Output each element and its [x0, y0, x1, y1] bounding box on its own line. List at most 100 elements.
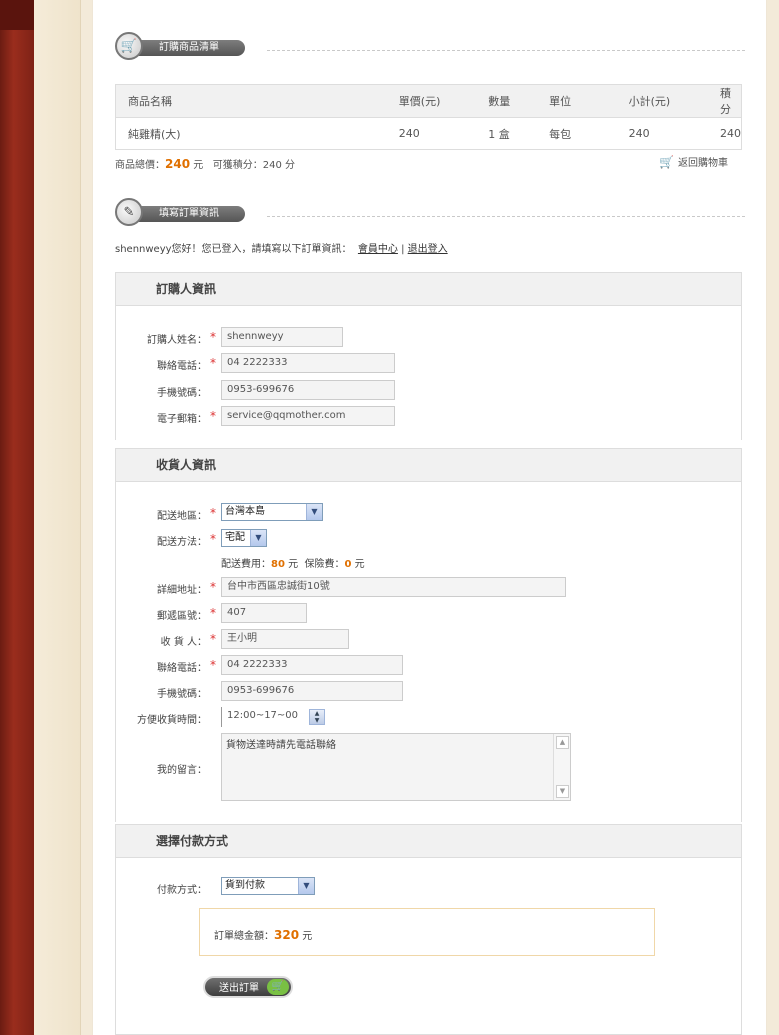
required-mark: * [210, 632, 216, 646]
main-content: 訂購商品清單 🛒 商品名稱 單價(元) 數量 單位 小計(元) 積分 純雞精(大… [92, 0, 767, 1035]
receiver-panel: 收貨人資訊 配送地區： * 台灣本島 ▼ 配送方法： * 宅配 ▼ 配送費用：8… [115, 448, 742, 822]
spinner-icon[interactable]: ▲ ▼ [309, 709, 325, 725]
order-total-box: 訂單總金額：320 元 [199, 908, 655, 956]
buyer-name-label: 訂購人姓名： [147, 335, 207, 346]
welcome-text: shennweyy您好！您已登入，請填寫以下訂單資訊： [115, 244, 352, 255]
receiver-name-input[interactable]: 王小明 [221, 629, 349, 649]
member-center-link[interactable]: 會員中心 [358, 244, 398, 255]
method-label: 配送方法： [157, 537, 207, 548]
buyer-name-input[interactable]: shennweyy [221, 327, 343, 347]
pencil-icon: ✎ [115, 198, 143, 226]
buyer-mobile-input[interactable]: 0953-699676 [221, 380, 395, 400]
insurance-value: 0 [344, 559, 352, 570]
cell-unit-price: 240 [398, 127, 420, 140]
total-value: 240 [165, 157, 191, 171]
back-to-cart-link[interactable]: 🛒 返回購物車 [659, 154, 728, 169]
receiver-mobile-row: 手機號碼： 0953-699676 [116, 681, 743, 703]
buyer-phone-label: 聯絡電話： [157, 361, 207, 372]
cell-product-name: 純雞精(大) [128, 127, 181, 141]
side-decor-panel [34, 0, 81, 1035]
message-textarea[interactable]: 貨物送達時請先電話聯絡 ▲ ▼ [221, 733, 571, 801]
region-select[interactable]: 台灣本島 ▼ [221, 503, 323, 521]
col-quantity: 數量 [476, 84, 538, 118]
region-selected: 台灣本島 [225, 506, 265, 517]
message-label: 我的留言： [157, 765, 207, 776]
link-separator: | [401, 244, 405, 255]
fee-value: 80 [271, 559, 285, 570]
submit-order-button[interactable]: 送出訂單 🛒 [203, 976, 293, 998]
cell-unit: 每包 [549, 127, 572, 141]
message-row: 我的留言： 貨物送達時請先電話聯絡 ▲ ▼ [116, 733, 743, 803]
table-header-row: 商品名稱 單價(元) 數量 單位 小計(元) 積分 [115, 84, 742, 118]
insurance-unit: 元 [354, 559, 365, 570]
points-text: 可獲積分：240 分 [212, 160, 296, 171]
order-total-value: 320 [274, 928, 300, 942]
cell-subtotal: 240 [628, 127, 650, 140]
fee-row: 配送費用：80 元 保險費：0 元 [116, 553, 743, 575]
required-mark: * [210, 506, 216, 520]
buyer-mobile-row: 手機號碼： 0953-699676 [116, 380, 743, 402]
receiver-panel-title: 收貨人資訊 [116, 449, 741, 482]
welcome-line: shennweyy您好！您已登入，請填寫以下訂單資訊： 會員中心 | 退出登入 [115, 240, 448, 255]
cart-summary: 商品總價：240 元 可獲積分：240 分 [115, 156, 295, 171]
method-row: 配送方法： * 宅配 ▼ [116, 529, 743, 551]
zip-label: 郵遞區號： [157, 611, 207, 622]
submit-order-label: 送出訂單 [219, 983, 259, 994]
left-decor-bar [0, 0, 34, 1035]
delivery-time-value: 12:00~17~00 [227, 710, 299, 721]
order-info-section-header: 填寫訂單資訊 ✎ [115, 198, 745, 226]
receiver-name-row: 收 貨 人： * 王小明 [116, 629, 743, 651]
logout-link[interactable]: 退出登入 [408, 244, 448, 255]
col-points: 積分 [708, 84, 742, 118]
col-unit: 單位 [537, 84, 617, 118]
delivery-time-row: 方便收貨時間： 12:00~17~00 ▲ ▼ [116, 707, 743, 729]
required-mark: * [210, 409, 216, 423]
order-info-title: 填寫訂單資訊 [135, 206, 245, 222]
scroll-up-icon[interactable]: ▲ [556, 736, 569, 749]
receiver-phone-input[interactable]: 04 2222333 [221, 655, 403, 675]
buyer-email-input[interactable]: service@qqmother.com [221, 406, 395, 426]
shopping-cart-icon: 🛒 [115, 32, 143, 60]
total-label: 商品總價： [115, 160, 165, 171]
zip-input[interactable]: 407 [221, 603, 307, 623]
cart-section-header: 訂購商品清單 🛒 [115, 32, 745, 60]
buyer-email-row: 電子郵箱： * service@qqmother.com [116, 406, 743, 428]
message-value: 貨物送達時請先電話聯絡 [226, 740, 336, 751]
textarea-scrollbar[interactable]: ▲ ▼ [553, 734, 570, 800]
col-product-name: 商品名稱 [115, 84, 387, 118]
table-row: 純雞精(大) 240 1 盒 每包 240 240 [116, 118, 742, 150]
chevron-down-icon: ▼ [298, 878, 314, 894]
delivery-method-select[interactable]: 宅配 ▼ [221, 529, 267, 547]
cart-items-table: 商品名稱 單價(元) 數量 單位 小計(元) 積分 純雞精(大) 240 1 盒… [115, 84, 742, 150]
region-label: 配送地區： [157, 511, 207, 522]
required-mark: * [210, 658, 216, 672]
scroll-down-icon[interactable]: ▼ [556, 785, 569, 798]
receiver-phone-label: 聯絡電話： [157, 663, 207, 674]
receiver-phone-row: 聯絡電話： * 04 2222333 [116, 655, 743, 677]
payment-method-select[interactable]: 貨到付款 ▼ [221, 877, 315, 895]
cart-icon: 🛒 [659, 155, 674, 169]
cart-icon: 🛒 [267, 979, 289, 995]
payment-method-row: 付款方式： 貨到付款 ▼ [116, 877, 743, 899]
address-input[interactable]: 台中市西區忠誠街10號 [221, 577, 566, 597]
buyer-phone-input[interactable]: 04 2222333 [221, 353, 395, 373]
receiver-mobile-label: 手機號碼： [157, 689, 207, 700]
address-row: 詳細地址： * 台中市西區忠誠街10號 [116, 577, 743, 599]
buyer-panel-title: 訂購人資訊 [116, 273, 741, 306]
cell-points: 240 [720, 127, 741, 140]
back-to-cart-label: 返回購物車 [677, 158, 728, 169]
cell-quantity: 1 盒 [488, 127, 510, 141]
buyer-panel: 訂購人資訊 訂購人姓名： * shennweyy 聯絡電話： * 04 2222… [115, 272, 742, 440]
payment-panel-title: 選擇付款方式 [116, 825, 741, 858]
payment-method-label: 付款方式： [157, 885, 207, 896]
receiver-mobile-input[interactable]: 0953-699676 [221, 681, 403, 701]
fee-label: 配送費用： [221, 559, 271, 570]
buyer-mobile-label: 手機號碼： [157, 388, 207, 399]
cart-section-title: 訂購商品清單 [135, 40, 245, 56]
required-mark: * [210, 580, 216, 594]
buyer-email-label: 電子郵箱： [157, 414, 207, 425]
order-total-label: 訂單總金額： [214, 931, 274, 942]
required-mark: * [210, 330, 216, 344]
buyer-name-row: 訂購人姓名： * shennweyy [116, 327, 743, 349]
delivery-time-input[interactable]: 12:00~17~00 ▲ ▼ [221, 707, 325, 727]
